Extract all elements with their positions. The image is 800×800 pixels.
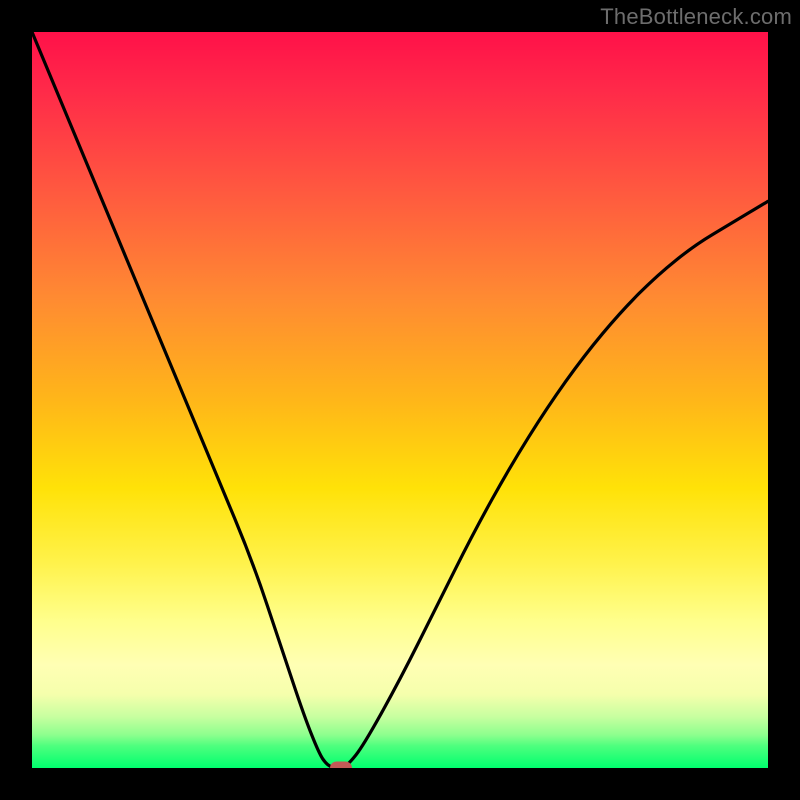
watermark-text: TheBottleneck.com	[600, 4, 792, 30]
plot-area	[32, 32, 768, 768]
chart-frame: TheBottleneck.com	[0, 0, 800, 800]
bottleneck-curve	[32, 32, 768, 768]
optimal-point-marker	[330, 762, 352, 769]
